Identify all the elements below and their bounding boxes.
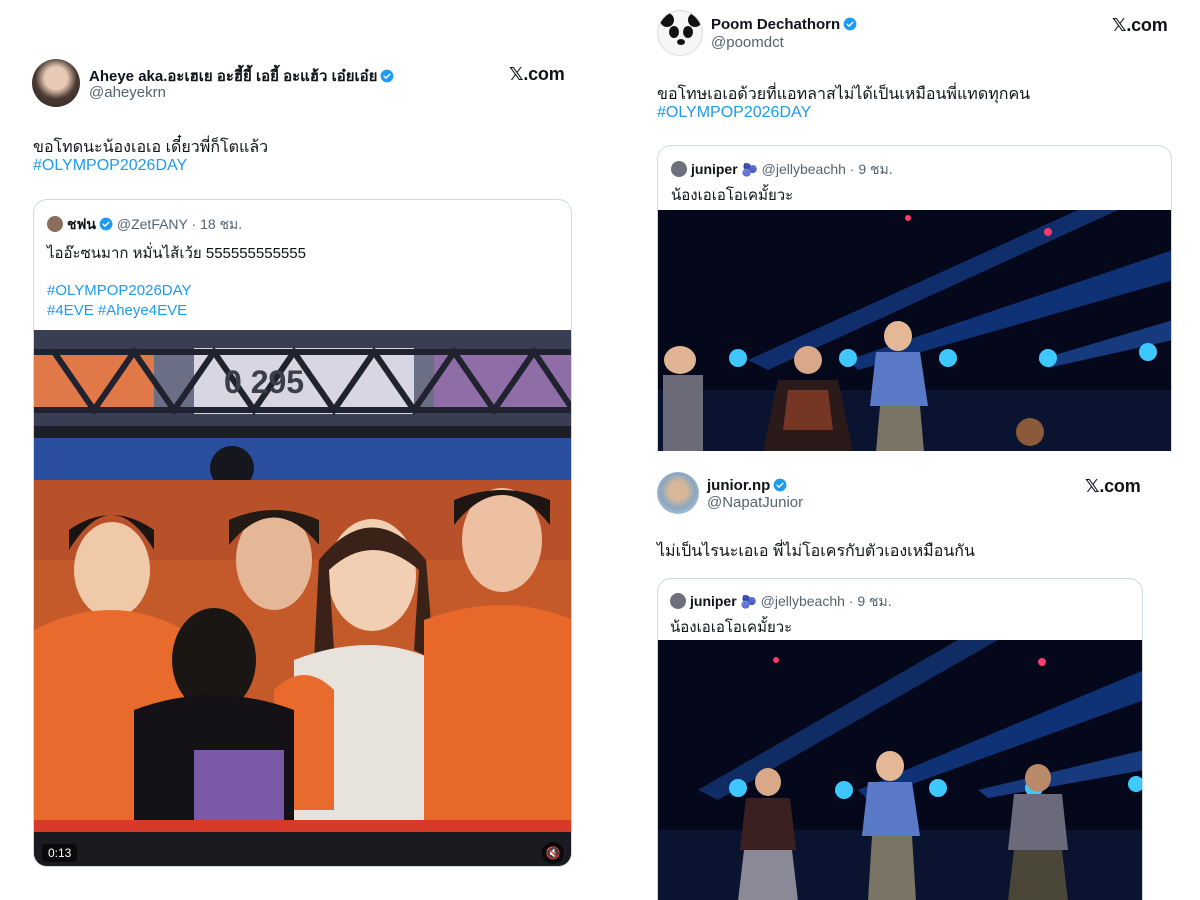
author-name[interactable]: junior.np — [707, 477, 787, 494]
author-name[interactable]: Poom Dechathorn — [711, 16, 857, 33]
verified-badge-icon — [773, 478, 787, 492]
verified-badge-icon — [381, 69, 394, 83]
scoreboard-text: 0 295 — [224, 364, 305, 400]
aheye-avatar[interactable] — [32, 59, 80, 107]
quote-timestamp: · 18 ชม. — [191, 216, 243, 232]
quoted-tweet[interactable]: ชฟน @ZetFANY · 18 ชม. ไออ๊ะซนมาก หมั่นไส… — [33, 199, 572, 867]
quote-header: ชฟน @ZetFANY · 18 ชม. — [47, 214, 242, 236]
x-logo-icon: 𝕏 — [1085, 476, 1100, 497]
quote-header: juniper 🫐 @jellybeachh · 9 ชม. — [671, 159, 893, 181]
tweet-text: ไม่เป็นไรนะเอเอ พี่ไม่โอเครกับตัวเองเหมื… — [657, 543, 975, 560]
quote-text: ไออ๊ะซนมาก หมั่นไส้เว้ย 555555555555 — [47, 245, 306, 262]
quote-avatar — [670, 593, 686, 609]
tweet-hashtag[interactable]: #OLYMPOP2026DAY — [33, 157, 187, 175]
quoted-tweet[interactable]: juniper 🫐 @jellybeachh · 9 ชม. น้องเอเอโ… — [657, 145, 1172, 451]
author-name-text: Aheye aka.อะเฮเย อะฮี้ยี้ เอยี้ อะแฮ้ว เ… — [89, 68, 378, 85]
quote-hashtag-1[interactable]: #OLYMPOP2026DAY — [47, 282, 192, 299]
quoted-tweet[interactable]: juniper 🫐 @jellybeachh · 9 ชม. น้องเอเอโ… — [657, 578, 1143, 900]
author-handle[interactable]: @NapatJunior — [707, 494, 803, 511]
x-com-logo[interactable]: 𝕏.com — [1112, 15, 1168, 36]
quote-author-handle: @jellybeachh — [761, 161, 846, 177]
quote-hashtag-2[interactable]: #4EVE #Aheye4EVE — [47, 302, 187, 319]
quote-author-name[interactable]: ชฟน — [67, 216, 96, 232]
author-handle[interactable]: @poomdct — [711, 34, 784, 51]
panda-avatar-image — [659, 12, 702, 55]
poom-avatar[interactable] — [657, 10, 703, 56]
author-name-text: junior.np — [707, 477, 771, 494]
quote-avatar — [671, 161, 687, 177]
quote-video[interactable] — [658, 640, 1142, 900]
junior-avatar[interactable] — [657, 472, 699, 514]
quote-text: น้องเอเอโอเคมั้ยวะ — [671, 187, 794, 204]
quote-timestamp: · 9 ชม. — [848, 593, 892, 609]
quote-author-name[interactable]: juniper — [691, 161, 738, 177]
quote-author-handle: @jellybeachh — [760, 593, 845, 609]
x-com-logo[interactable]: 𝕏.com — [1085, 476, 1141, 497]
quote-text: น้องเอเอโอเคมั้ยวะ — [670, 619, 793, 636]
verified-badge-icon — [843, 17, 857, 31]
tweet-hashtag[interactable]: #OLYMPOP2026DAY — [657, 104, 811, 122]
quote-header: juniper 🫐 @jellybeachh · 9 ชม. — [670, 591, 892, 613]
quote-avatar — [47, 216, 63, 232]
concert-stage-image — [658, 210, 1171, 451]
quote-author-name[interactable]: juniper — [690, 593, 737, 609]
x-com-logo[interactable]: 𝕏.com — [509, 64, 565, 85]
x-logo-icon: 𝕏 — [1112, 15, 1127, 36]
video-frame — [34, 330, 571, 866]
muted-speaker-icon[interactable]: 🔇 — [542, 842, 564, 864]
x-com-text: com — [528, 64, 565, 84]
x-com-text: com — [1104, 476, 1141, 496]
video-duration: 0:13 — [42, 844, 78, 862]
quote-video[interactable] — [658, 210, 1171, 451]
verified-badge-icon — [99, 217, 113, 231]
x-logo-icon: 𝕏 — [509, 64, 524, 85]
quote-video[interactable]: 0 295 0:13 🔇 — [34, 330, 571, 866]
blueberries-emoji-icon: 🫐 — [740, 594, 757, 609]
quote-author-handle: @ZetFANY — [116, 216, 188, 232]
x-com-text: com — [1131, 15, 1168, 35]
quote-timestamp: · 9 ชม. — [849, 161, 893, 177]
concert-stage-image — [658, 640, 1142, 900]
blueberries-emoji-icon: 🫐 — [741, 162, 758, 177]
author-name-text: Poom Dechathorn — [711, 16, 841, 33]
author-handle[interactable]: @aheyekrn — [89, 84, 166, 101]
